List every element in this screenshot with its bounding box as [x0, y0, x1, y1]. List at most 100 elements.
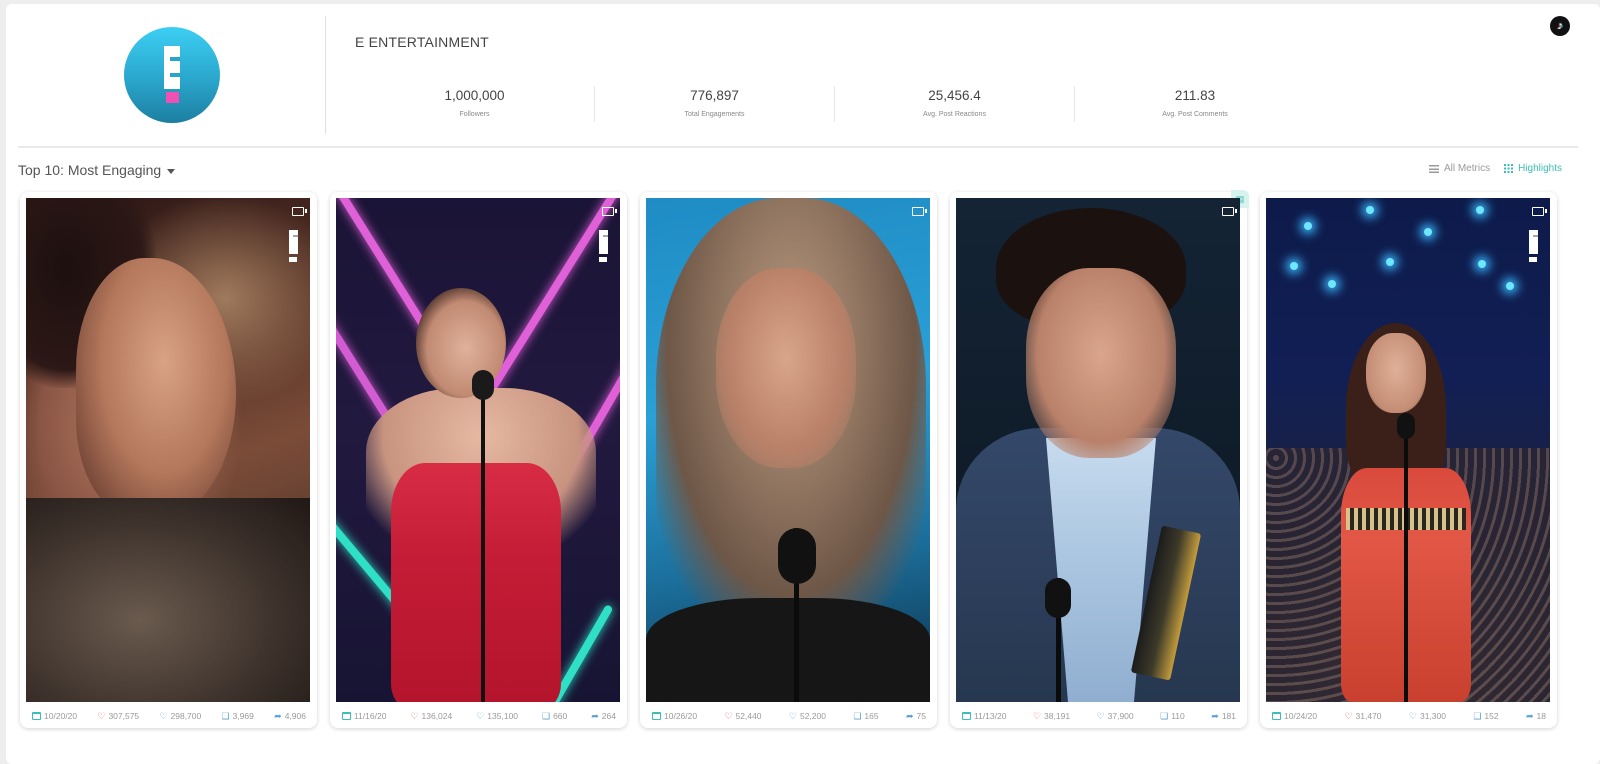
- post-date: 10/20/20: [32, 711, 77, 721]
- stat-value: 211.83: [1174, 88, 1216, 103]
- post-card[interactable]: 10/20/20 ♡ 307,575 ♡ 298,700 ❑ 3,969 ➦ 4,906: [20, 192, 317, 728]
- heart-outline-icon: ♡: [159, 710, 168, 721]
- share-icon: ➦: [591, 710, 599, 721]
- all-metrics-label: All Metrics: [1443, 163, 1491, 174]
- post-date: 11/16/20: [342, 711, 386, 721]
- comments-icon: ❑: [542, 710, 551, 721]
- share-icon: ➦: [274, 710, 282, 721]
- post-shares: ➦ 18: [1525, 710, 1546, 721]
- post-shares: ➦ 4,906: [274, 710, 306, 721]
- highlights-label: Highlights: [1518, 163, 1562, 174]
- post-cards: 10/20/20 ♡ 307,575 ♡ 298,700 ❑ 3,969 ➦ 4,906: [20, 190, 1557, 728]
- heart-pulse-icon: ♡: [724, 710, 733, 721]
- video-camera-icon: [292, 207, 307, 216]
- share-icon: ➦: [1211, 710, 1219, 721]
- post-likes: ♡ 37,900: [1096, 710, 1134, 721]
- post-reactions: ♡ 307,575: [97, 710, 140, 721]
- post-thumbnail[interactable]: [1266, 198, 1550, 702]
- page: E ENTERTAINMENT ♪ 1,000,000 Followers 77…: [6, 4, 1600, 764]
- stats-row: 1,000,000 Followers 776,897 Total Engage…: [355, 86, 1315, 122]
- share-icon: ➦: [905, 710, 914, 721]
- profile-header: E ENTERTAINMENT ♪ 1,000,000 Followers 77…: [18, 4, 1578, 148]
- post-thumbnail[interactable]: [336, 198, 620, 702]
- view-toggle: All Metrics Highlights: [1428, 163, 1562, 174]
- post-card[interactable]: ▤ 11/13/20 ♡38,191 ♡37,900 ❑110 ➦181: [950, 190, 1249, 728]
- section-toolbar: Top 10: Most Engaging All Metrics Highli…: [18, 160, 1562, 184]
- share-icon: ➦: [1525, 710, 1534, 721]
- comments-icon: ❑: [221, 710, 230, 721]
- post-comments: ❑ 165: [853, 710, 879, 721]
- e-watermark-icon: [289, 230, 298, 262]
- grid-icon: [1504, 164, 1514, 173]
- heart-outline-icon: ♡: [1096, 710, 1105, 721]
- heart-pulse-icon: ♡: [1032, 710, 1042, 721]
- e-watermark-icon: [599, 230, 608, 262]
- post-thumbnail[interactable]: [26, 198, 310, 702]
- caret-down-icon: [167, 168, 176, 174]
- heart-outline-icon: ♡: [476, 710, 485, 721]
- post-comments: ❑ 152: [1473, 710, 1499, 721]
- post-metrics: 10/20/20 ♡ 307,575 ♡ 298,700 ❑ 3,969 ➦ 4,906: [26, 709, 310, 723]
- calendar-icon: [962, 712, 971, 720]
- heart-pulse-icon: ♡: [1344, 710, 1353, 721]
- logo-panel: [18, 16, 326, 134]
- post-comments: ❑ 110: [1160, 710, 1185, 721]
- post-card[interactable]: 11/16/20 ♡ 136,024 ♡ 135,100 ❑ 660 ➦ 264: [330, 192, 627, 728]
- stat-followers: 1,000,000 Followers: [355, 86, 595, 122]
- post-comments: ❑ 3,969: [221, 710, 254, 721]
- post-reactions: ♡ 136,024: [410, 710, 453, 721]
- post-likes: ♡ 31,300: [1408, 710, 1446, 721]
- account-name: E ENTERTAINMENT: [355, 34, 489, 50]
- stat-label: Total Engagements: [684, 111, 745, 118]
- comments-icon: ❑: [1473, 710, 1482, 721]
- section-title-label: Top 10: Most Engaging: [18, 162, 162, 178]
- heart-outline-icon: ♡: [1408, 710, 1417, 721]
- stat-label: Followers: [459, 111, 490, 118]
- post-card[interactable]: 10/24/20 ♡ 31,470 ♡ 31,300 ❑ 152 ➦ 18: [1260, 192, 1557, 728]
- post-shares: ➦ 75: [905, 710, 926, 721]
- post-metrics: 10/26/20 ♡ 52,440 ♡ 52,200 ❑ 165 ➦ 75: [646, 709, 930, 723]
- heart-pulse-icon: ♡: [97, 710, 106, 721]
- highlights-button[interactable]: Highlights: [1504, 163, 1562, 174]
- post-metrics: 10/24/20 ♡ 31,470 ♡ 31,300 ❑ 152 ➦ 18: [1266, 709, 1550, 723]
- post-likes: ♡ 52,200: [788, 710, 826, 721]
- post-shares: ➦ 264: [591, 710, 616, 721]
- post-thumbnail[interactable]: [646, 198, 930, 702]
- calendar-icon: [342, 712, 351, 720]
- video-camera-icon: [912, 207, 927, 216]
- stat-value: 1,000,000: [444, 88, 505, 103]
- post-comments: ❑ 660: [542, 710, 568, 721]
- post-reactions: ♡ 38,191: [1032, 710, 1071, 721]
- all-metrics-button[interactable]: All Metrics: [1428, 163, 1491, 174]
- top-posts-dropdown[interactable]: Top 10: Most Engaging: [18, 162, 176, 178]
- post-date: 10/24/20: [1272, 711, 1317, 721]
- stat-avg-post-reactions: 25,456.4 Avg. Post Reactions: [835, 86, 1075, 122]
- post-thumbnail[interactable]: [956, 198, 1240, 702]
- video-camera-icon: [1222, 207, 1237, 216]
- stat-label: Avg. Post Comments: [1162, 111, 1228, 118]
- heart-outline-icon: ♡: [788, 710, 797, 721]
- stat-avg-post-comments: 211.83 Avg. Post Comments: [1075, 86, 1315, 122]
- tiktok-icon: ♪: [1550, 16, 1570, 36]
- post-reactions: ♡ 31,470: [1344, 710, 1382, 721]
- comments-icon: ❑: [1160, 710, 1169, 721]
- stat-value: 776,897: [690, 88, 739, 103]
- post-card[interactable]: 10/26/20 ♡ 52,440 ♡ 52,200 ❑ 165 ➦ 75: [640, 192, 937, 728]
- post-metrics: 11/16/20 ♡ 136,024 ♡ 135,100 ❑ 660 ➦ 264: [336, 709, 620, 723]
- stat-total-engagements: 776,897 Total Engagements: [595, 86, 835, 122]
- post-reactions: ♡ 52,440: [724, 710, 762, 721]
- stat-label: Avg. Post Reactions: [923, 111, 986, 118]
- calendar-icon: [32, 712, 41, 720]
- video-camera-icon: [602, 207, 617, 216]
- video-camera-icon: [1532, 207, 1547, 216]
- post-date: 11/13/20: [962, 711, 1006, 721]
- post-date: 10/26/20: [652, 711, 697, 721]
- e-entertainment-logo: [123, 27, 220, 123]
- post-likes: ♡ 298,700: [159, 710, 202, 721]
- e-watermark-icon: [1529, 230, 1538, 262]
- heart-pulse-icon: ♡: [410, 710, 419, 721]
- post-metrics: 11/13/20 ♡ 38,191 ♡ 37,900 ❑ 110 ➦ 181: [956, 709, 1240, 723]
- post-likes: ♡ 135,100: [476, 710, 519, 721]
- calendar-icon: [1272, 712, 1281, 720]
- calendar-icon: [652, 712, 661, 720]
